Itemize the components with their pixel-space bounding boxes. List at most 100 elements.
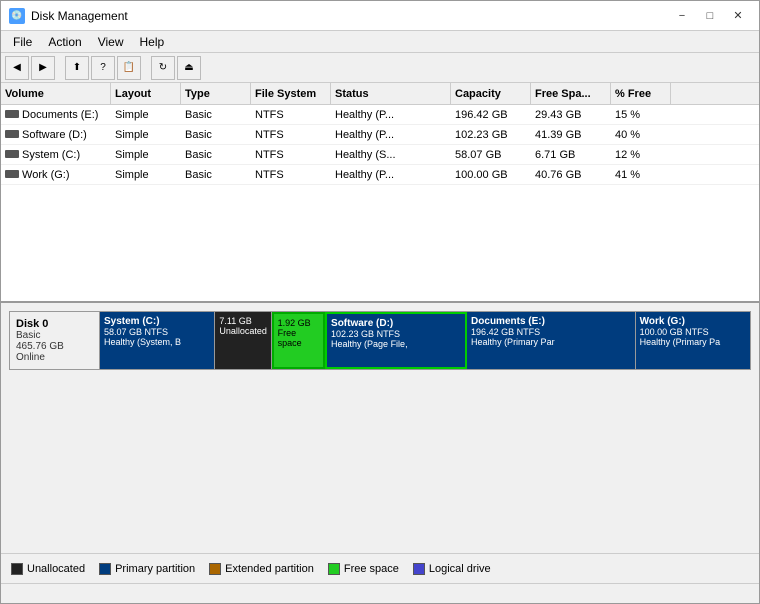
cell-layout-0: Simple bbox=[111, 108, 181, 122]
cell-pctfree-0: 15 % bbox=[611, 108, 671, 122]
partition-detail-g: Healthy (Primary Pa bbox=[640, 337, 746, 347]
volume-table: Volume Layout Type File System Status Ca… bbox=[1, 83, 759, 303]
back-button[interactable]: ◀ bbox=[5, 56, 29, 80]
col-header-fs[interactable]: File System bbox=[251, 83, 331, 104]
partition-unallocated[interactable]: 7.11 GB Unallocated bbox=[215, 312, 271, 369]
cell-capacity-2: 58.07 GB bbox=[451, 148, 531, 162]
partition-detail-unalloc: Unallocated bbox=[219, 326, 266, 336]
disk-status: Online bbox=[16, 352, 93, 363]
cell-pctfree-3: 41 % bbox=[611, 168, 671, 182]
menu-file[interactable]: File bbox=[5, 33, 40, 51]
menu-view[interactable]: View bbox=[90, 33, 132, 51]
partition-size-g: 100.00 GB NTFS bbox=[640, 327, 746, 337]
disk-label: Disk 0 Basic 465.76 GB Online bbox=[10, 312, 100, 369]
drive-icon-1 bbox=[5, 130, 19, 138]
cell-status-2: Healthy (S... bbox=[331, 148, 451, 162]
legend-box-primary bbox=[99, 563, 111, 575]
drive-icon-3 bbox=[5, 170, 19, 178]
cell-fs-0: NTFS bbox=[251, 108, 331, 122]
menu-action[interactable]: Action bbox=[40, 33, 89, 51]
col-header-type[interactable]: Type bbox=[181, 83, 251, 104]
cell-layout-2: Simple bbox=[111, 148, 181, 162]
partition-name-g: Work (G:) bbox=[640, 316, 746, 327]
legend-label-primary: Primary partition bbox=[115, 563, 195, 575]
disk-type: Basic bbox=[16, 330, 93, 341]
cell-fs-2: NTFS bbox=[251, 148, 331, 162]
cell-layout-3: Simple bbox=[111, 168, 181, 182]
legend-box-logical bbox=[413, 563, 425, 575]
properties-button[interactable]: 📋 bbox=[117, 56, 141, 80]
cell-type-2: Basic bbox=[181, 148, 251, 162]
cell-status-1: Healthy (P... bbox=[331, 128, 451, 142]
toolbar: ◀ ▶ ⬆ ? 📋 ↻ ⏏ bbox=[1, 53, 759, 83]
legend-box-extended bbox=[209, 563, 221, 575]
col-header-layout[interactable]: Layout bbox=[111, 83, 181, 104]
table-row[interactable]: Work (G:) Simple Basic NTFS Healthy (P..… bbox=[1, 165, 759, 185]
partition-system-c[interactable]: System (C:) 58.07 GB NTFS Healthy (Syste… bbox=[100, 312, 215, 369]
cell-freespace-0: 29.43 GB bbox=[531, 108, 611, 122]
cell-volume-2: System (C:) bbox=[1, 148, 111, 162]
legend-freespace: Free space bbox=[328, 563, 399, 575]
col-header-capacity[interactable]: Capacity bbox=[451, 83, 531, 104]
table-body: Documents (E:) Simple Basic NTFS Healthy… bbox=[1, 105, 759, 185]
legend-primary-partition: Primary partition bbox=[99, 563, 195, 575]
refresh-button[interactable]: ↻ bbox=[151, 56, 175, 80]
cell-volume-3: Work (G:) bbox=[1, 168, 111, 182]
maximize-button[interactable]: □ bbox=[697, 6, 723, 26]
legend-label-extended: Extended partition bbox=[225, 563, 314, 575]
partition-freespace[interactable]: 1.92 GB Free space bbox=[272, 312, 325, 369]
table-header: Volume Layout Type File System Status Ca… bbox=[1, 83, 759, 105]
eject-button[interactable]: ⏏ bbox=[177, 56, 201, 80]
legend-unallocated: Unallocated bbox=[11, 563, 85, 575]
table-row[interactable]: System (C:) Simple Basic NTFS Healthy (S… bbox=[1, 145, 759, 165]
cell-fs-3: NTFS bbox=[251, 168, 331, 182]
partition-size-free: 1.92 GB bbox=[278, 318, 319, 328]
help-icon-button[interactable]: ? bbox=[91, 56, 115, 80]
table-row[interactable]: Software (D:) Simple Basic NTFS Healthy … bbox=[1, 125, 759, 145]
cell-status-3: Healthy (P... bbox=[331, 168, 451, 182]
col-header-pctfree[interactable]: % Free bbox=[611, 83, 671, 104]
partition-size-d: 102.23 GB NTFS bbox=[331, 329, 461, 339]
cell-freespace-1: 41.39 GB bbox=[531, 128, 611, 142]
table-row[interactable]: Documents (E:) Simple Basic NTFS Healthy… bbox=[1, 105, 759, 125]
legend-label-unalloc: Unallocated bbox=[27, 563, 85, 575]
partition-size-unalloc: 7.11 GB bbox=[219, 316, 266, 326]
disk-partitions: System (C:) 58.07 GB NTFS Healthy (Syste… bbox=[100, 312, 750, 369]
cell-status-0: Healthy (P... bbox=[331, 108, 451, 122]
cell-freespace-3: 40.76 GB bbox=[531, 168, 611, 182]
title-bar: 💿 Disk Management − □ ✕ bbox=[1, 1, 759, 31]
partition-size-e: 196.42 GB NTFS bbox=[471, 327, 631, 337]
partition-software-d[interactable]: Software (D:) 102.23 GB NTFS Healthy (Pa… bbox=[325, 312, 467, 369]
up-button[interactable]: ⬆ bbox=[65, 56, 89, 80]
cell-capacity-1: 102.23 GB bbox=[451, 128, 531, 142]
cell-volume-0: Documents (E:) bbox=[1, 108, 111, 122]
legend-logical-drive: Logical drive bbox=[413, 563, 491, 575]
disk-size: 465.76 GB bbox=[16, 341, 93, 352]
partition-size-c: 58.07 GB NTFS bbox=[104, 327, 210, 337]
partition-name-e: Documents (E:) bbox=[471, 316, 631, 327]
forward-button[interactable]: ▶ bbox=[31, 56, 55, 80]
title-bar-left: 💿 Disk Management bbox=[9, 8, 128, 24]
cell-volume-1: Software (D:) bbox=[1, 128, 111, 142]
partition-documents-e[interactable]: Documents (E:) 196.42 GB NTFS Healthy (P… bbox=[467, 312, 636, 369]
legend-label-logical: Logical drive bbox=[429, 563, 491, 575]
cell-capacity-0: 196.42 GB bbox=[451, 108, 531, 122]
disk-name: Disk 0 bbox=[16, 318, 93, 330]
menu-bar: File Action View Help bbox=[1, 31, 759, 53]
minimize-button[interactable]: − bbox=[669, 6, 695, 26]
cell-type-3: Basic bbox=[181, 168, 251, 182]
col-header-freespace[interactable]: Free Spa... bbox=[531, 83, 611, 104]
window-controls: − □ ✕ bbox=[669, 6, 751, 26]
col-header-volume[interactable]: Volume bbox=[1, 83, 111, 104]
cell-pctfree-1: 40 % bbox=[611, 128, 671, 142]
window-title: Disk Management bbox=[31, 9, 128, 23]
partition-work-g[interactable]: Work (G:) 100.00 GB NTFS Healthy (Primar… bbox=[636, 312, 750, 369]
col-header-status[interactable]: Status bbox=[331, 83, 451, 104]
legend-bar: Unallocated Primary partition Extended p… bbox=[1, 553, 759, 583]
legend-label-freespace: Free space bbox=[344, 563, 399, 575]
legend-extended-partition: Extended partition bbox=[209, 563, 314, 575]
menu-help[interactable]: Help bbox=[132, 33, 173, 51]
cell-freespace-2: 6.71 GB bbox=[531, 148, 611, 162]
close-button[interactable]: ✕ bbox=[725, 6, 751, 26]
partition-detail-e: Healthy (Primary Par bbox=[471, 337, 631, 347]
